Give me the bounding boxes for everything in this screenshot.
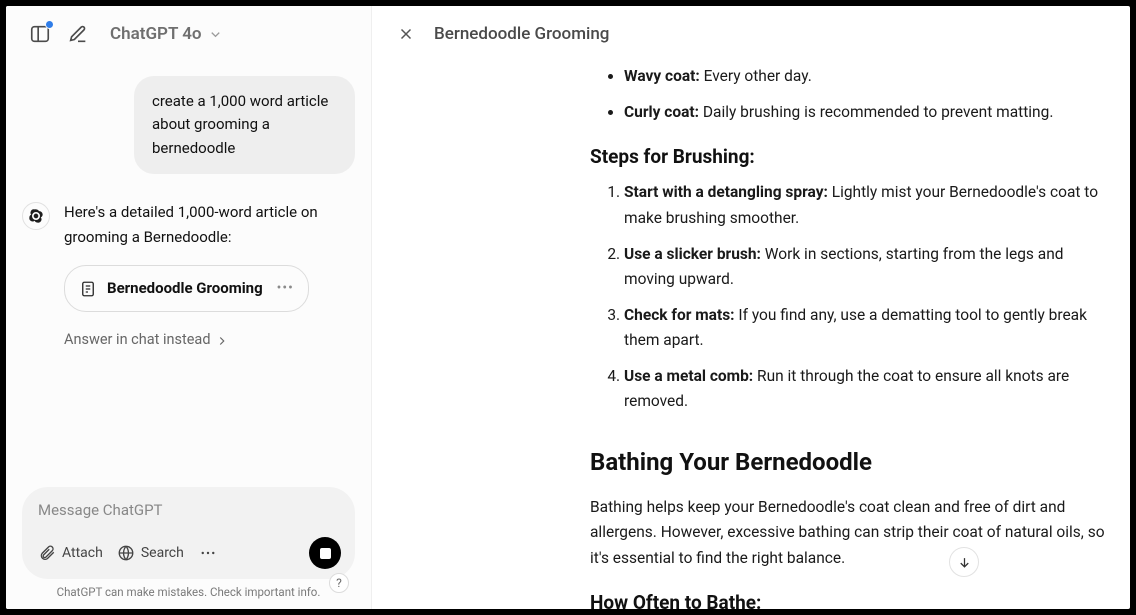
paperclip-icon bbox=[38, 544, 56, 562]
sidebar-toggle-icon[interactable] bbox=[28, 22, 52, 46]
composer-input[interactable]: Message ChatGPT bbox=[38, 501, 341, 523]
coat-list: Wavy coat: Every other day. Curly coat: … bbox=[590, 64, 1112, 125]
assistant-message: Here's a detailed 1,000-word article on … bbox=[22, 200, 355, 353]
document-chip-title: Bernedoodle Grooming bbox=[107, 276, 263, 302]
composer[interactable]: Message ChatGPT Attach Search bbox=[22, 487, 355, 579]
search-button[interactable]: Search bbox=[117, 544, 184, 562]
new-chat-icon[interactable] bbox=[66, 22, 90, 46]
model-selector[interactable]: ChatGPT 4o bbox=[104, 20, 229, 48]
left-header: ChatGPT 4o bbox=[6, 6, 371, 58]
bathing-heading: Bathing Your Bernedoodle bbox=[590, 443, 1112, 483]
model-name: ChatGPT 4o bbox=[110, 24, 202, 44]
arrow-down-icon bbox=[957, 555, 972, 570]
composer-area: Message ChatGPT Attach Search bbox=[6, 487, 371, 609]
openai-logo-icon bbox=[28, 208, 44, 224]
more-button[interactable] bbox=[198, 544, 218, 562]
assistant-avatar bbox=[22, 202, 50, 230]
user-message: create a 1,000 word article about groomi… bbox=[134, 76, 355, 174]
document-chip[interactable]: Bernedoodle Grooming ••• bbox=[64, 265, 309, 313]
stop-button[interactable] bbox=[309, 537, 341, 569]
attach-button[interactable]: Attach bbox=[38, 544, 103, 562]
canvas-title: Bernedoodle Grooming bbox=[434, 24, 609, 44]
globe-icon bbox=[117, 544, 135, 562]
list-item: Curly coat: Daily brushing is recommende… bbox=[624, 100, 1112, 126]
document-chip-menu[interactable]: ••• bbox=[277, 277, 294, 301]
chevron-down-icon bbox=[208, 27, 223, 42]
steps-heading: Steps for Brushing: bbox=[590, 141, 1112, 172]
steps-list: Start with a detangling spray: Lightly m… bbox=[590, 180, 1112, 415]
chat-thread: create a 1,000 word article about groomi… bbox=[6, 58, 371, 487]
canvas-panel: Bernedoodle Grooming Wavy coat: Every ot… bbox=[371, 6, 1130, 609]
canvas-header: Bernedoodle Grooming bbox=[372, 6, 1130, 58]
stop-icon bbox=[320, 548, 331, 559]
list-item: Use a slicker brush: Work in sections, s… bbox=[624, 242, 1112, 293]
answer-in-chat-link[interactable]: Answer in chat instead bbox=[64, 328, 355, 353]
sidebar: ChatGPT 4o create a 1,000 word article a… bbox=[6, 6, 371, 609]
assistant-intro-text: Here's a detailed 1,000-word article on … bbox=[64, 200, 355, 251]
close-canvas-button[interactable] bbox=[396, 24, 416, 44]
list-item: Wavy coat: Every other day. bbox=[624, 64, 1112, 90]
document-icon bbox=[79, 280, 97, 298]
close-icon bbox=[397, 25, 415, 43]
list-item: Start with a detangling spray: Lightly m… bbox=[624, 180, 1112, 231]
list-item: Check for mats: If you find any, use a d… bbox=[624, 303, 1112, 354]
more-horizontal-icon bbox=[198, 544, 218, 562]
scroll-down-button[interactable] bbox=[949, 547, 979, 577]
how-often-heading: How Often to Bathe: bbox=[590, 587, 1112, 609]
chevron-right-icon bbox=[215, 334, 229, 348]
disclaimer: ChatGPT can make mistakes. Check importa… bbox=[22, 579, 355, 603]
list-item: Use a metal comb: Run it through the coa… bbox=[624, 364, 1112, 415]
bathing-paragraph: Bathing helps keep your Bernedoodle's co… bbox=[590, 495, 1112, 572]
document-body[interactable]: Wavy coat: Every other day. Curly coat: … bbox=[372, 58, 1130, 609]
notification-dot bbox=[45, 20, 54, 29]
help-button[interactable]: ? bbox=[329, 573, 349, 593]
